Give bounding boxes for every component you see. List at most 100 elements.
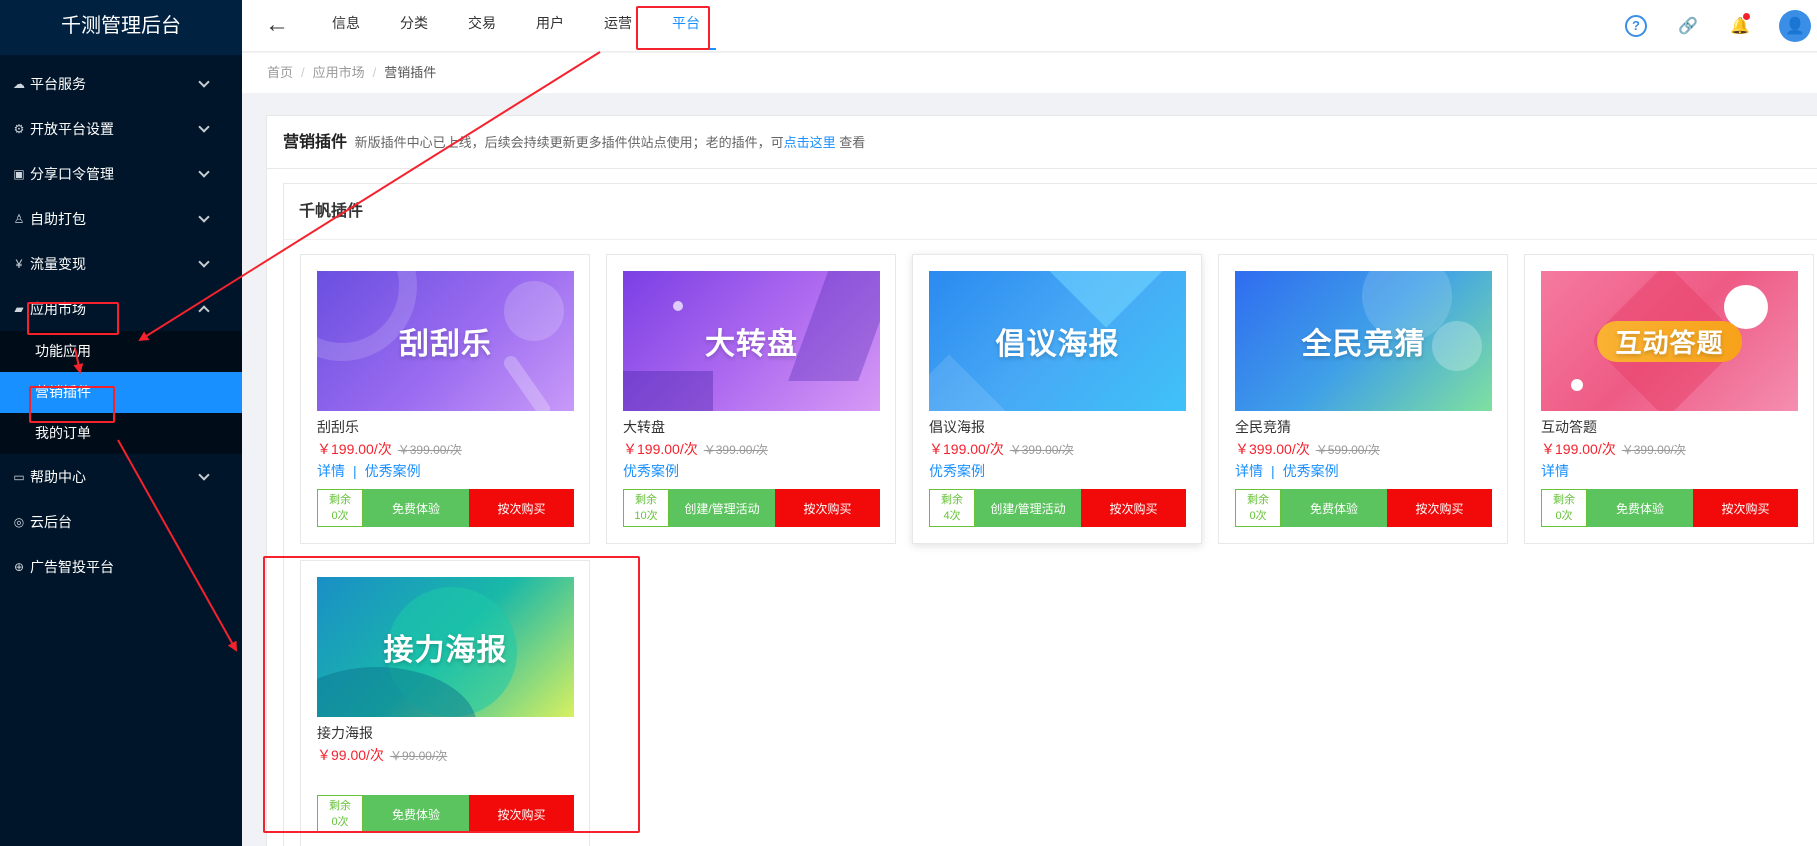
- back-arrow-icon[interactable]: ←: [262, 10, 292, 40]
- help-icon[interactable]: ?: [1623, 13, 1649, 39]
- plugin-links: 详情: [1541, 461, 1797, 481]
- manage-activity-button[interactable]: 创建/管理活动: [669, 489, 775, 527]
- plugin-links: 详情 | 优秀案例: [317, 461, 573, 481]
- remaining-quota: 剩余 0次: [1541, 489, 1587, 527]
- plugin-actions: 剩余 0次 免费体验 按次购买: [317, 489, 574, 527]
- tab-platform[interactable]: 平台: [652, 0, 720, 52]
- banner-decoration: [623, 371, 713, 411]
- remaining-count: 0次: [1249, 510, 1267, 522]
- sidebar-item-app-market[interactable]: ▰ 应用市场: [0, 286, 242, 331]
- plugin-banner[interactable]: 刮刮乐: [317, 271, 574, 411]
- banner-title: 互动答题: [1597, 320, 1742, 362]
- old-plugins-link[interactable]: 点击这里: [784, 135, 836, 150]
- tab-operation[interactable]: 运营: [584, 0, 652, 52]
- plugin-name: 刮刮乐: [317, 419, 359, 435]
- tab-info[interactable]: 信息: [312, 0, 380, 52]
- case-studies-link[interactable]: 优秀案例: [1283, 463, 1339, 479]
- remaining-label: 剩余: [329, 494, 351, 506]
- buy-per-use-button[interactable]: 按次购买: [469, 795, 574, 833]
- plugin-banner[interactable]: 大转盘: [623, 271, 880, 411]
- sidebar-item-share-code[interactable]: ▣ 分享口令管理: [0, 151, 242, 196]
- plugin-name: 大转盘: [623, 419, 665, 435]
- price-row: ￥399.00/次 ￥599.00/次: [1235, 439, 1491, 459]
- free-trial-button[interactable]: 免费体验: [363, 489, 469, 527]
- tab-trade[interactable]: 交易: [448, 0, 516, 52]
- plugin-actions: 剩余 4次 创建/管理活动 按次购买: [929, 489, 1186, 527]
- plugin-section: 千帆插件 刮刮乐 刮刮乐 ￥199.00/次 ￥399.00/次 详情 | 优秀案例 …: [283, 183, 1817, 846]
- price-row: ￥199.00/次 ￥399.00/次: [623, 439, 879, 459]
- tab-category[interactable]: 分类: [380, 0, 448, 52]
- buy-per-use-button[interactable]: 按次购买: [775, 489, 880, 527]
- tab-user[interactable]: 用户: [516, 0, 584, 52]
- user-icon: ♙: [13, 211, 25, 226]
- details-link[interactable]: 详情: [1541, 463, 1569, 479]
- sidebar-item-label: 自助打包: [30, 210, 86, 227]
- details-link[interactable]: 详情: [317, 463, 345, 479]
- page-title: 营销插件: [283, 134, 348, 151]
- details-link[interactable]: 详情: [1235, 463, 1263, 479]
- plugin-banner[interactable]: 全民竞猜: [1235, 271, 1492, 411]
- link-separator: |: [353, 463, 357, 479]
- free-trial-button[interactable]: 免费体验: [363, 795, 469, 833]
- plugin-card-quiz: 互动答题 互动答题 ￥199.00/次 ￥399.00/次 详情 剩余 0次 免费体…: [1524, 254, 1814, 544]
- plugin-card-proposal-poster: 倡议海报 倡议海报 ￥199.00/次 ￥399.00/次 优秀案例 剩余 4次 创…: [912, 254, 1202, 544]
- case-studies-link[interactable]: 优秀案例: [929, 463, 985, 479]
- link-separator: |: [1271, 463, 1275, 479]
- plugin-banner[interactable]: 倡议海报: [929, 271, 1186, 411]
- content-header: 营销插件 新版插件中心已上线，后续会持续更新更多插件供站点使用；老的插件，可点击…: [267, 116, 1817, 169]
- plugin-card-guessing: 全民竞猜 全民竞猜 ￥399.00/次 ￥599.00/次 详情 | 优秀案例 剩余 0…: [1218, 254, 1508, 544]
- breadcrumb-current: 营销插件: [384, 65, 437, 80]
- banner-decoration: [929, 354, 1006, 411]
- sidebar-item-ad-platform[interactable]: ⊕ 广告智投平台: [0, 544, 242, 589]
- case-studies-link[interactable]: 优秀案例: [365, 463, 421, 479]
- submenu-item-my-orders[interactable]: 我的订单: [0, 413, 242, 454]
- buy-per-use-button[interactable]: 按次购买: [1081, 489, 1186, 527]
- bell-icon[interactable]: 🔔: [1727, 13, 1753, 39]
- remaining-label: 剩余: [1553, 494, 1575, 506]
- banner-decoration: [504, 281, 564, 341]
- free-trial-button[interactable]: 免费体验: [1281, 489, 1387, 527]
- breadcrumb-market[interactable]: 应用市场: [313, 65, 365, 80]
- submenu-item-function-apps[interactable]: 功能应用: [0, 331, 242, 372]
- remaining-count: 0次: [331, 816, 349, 828]
- top-header: ← 信息 分类 交易 用户 运营 平台 ? 🔗 🔔 👤: [242, 0, 1817, 52]
- banner-decoration: [501, 353, 553, 411]
- remaining-quota: 剩余 10次: [623, 489, 669, 527]
- plugin-banner[interactable]: 互动答题: [1541, 271, 1798, 411]
- free-trial-button[interactable]: 免费体验: [1587, 489, 1693, 527]
- breadcrumb-separator: /: [301, 65, 305, 80]
- banner-title: 全民竞猜: [1301, 328, 1426, 361]
- sidebar-item-help-center[interactable]: ▭ 帮助中心: [0, 454, 242, 499]
- sidebar-item-monetization[interactable]: ¥ 流量变现: [0, 241, 242, 286]
- sidebar-item-platform-service[interactable]: ☁ 平台服务: [0, 61, 242, 106]
- sidebar-item-cloud-console[interactable]: ◎ 云后台: [0, 499, 242, 544]
- plugin-card-wheel: 大转盘 大转盘 ￥199.00/次 ￥399.00/次 优秀案例 剩余 10次 创建…: [606, 254, 896, 544]
- banner-decoration: [1571, 379, 1583, 391]
- buy-per-use-button[interactable]: 按次购买: [469, 489, 574, 527]
- sidebar-item-open-platform[interactable]: ⚙ 开放平台设置: [0, 106, 242, 151]
- plugin-links: 详情 | 优秀案例: [1235, 461, 1491, 481]
- banner-title: 大转盘: [705, 328, 798, 361]
- original-price: ￥99.00/次: [389, 749, 448, 763]
- help-glyph: ?: [1625, 15, 1647, 37]
- breadcrumb-separator: /: [372, 65, 377, 80]
- yen-icon: ¥: [15, 256, 23, 271]
- buy-per-use-button[interactable]: 按次购买: [1693, 489, 1798, 527]
- avatar[interactable]: 👤: [1779, 10, 1811, 42]
- case-studies-link[interactable]: 优秀案例: [623, 463, 679, 479]
- plugin-card-relay-poster: 接力海报 接力海报 ￥99.00/次 ￥99.00/次 剩余 0次 免费体验 按次购…: [300, 560, 590, 846]
- sidebar-item-label: 分享口令管理: [30, 165, 114, 182]
- folder-icon: ▭: [13, 469, 25, 484]
- sidebar-item-label: 帮助中心: [30, 468, 86, 485]
- remaining-label: 剩余: [329, 800, 351, 812]
- buy-per-use-button[interactable]: 按次购买: [1387, 489, 1492, 527]
- plugin-actions: 剩余 0次 免费体验 按次购买: [317, 795, 574, 833]
- submenu-item-marketing-plugins[interactable]: 营销插件: [0, 372, 242, 413]
- breadcrumb-home[interactable]: 首页: [267, 65, 293, 80]
- sidebar-item-self-packaging[interactable]: ♙ 自助打包: [0, 196, 242, 241]
- plugin-actions: 剩余 0次 免费体验 按次购买: [1235, 489, 1492, 527]
- plugin-banner[interactable]: 接力海报: [317, 577, 574, 717]
- manage-activity-button[interactable]: 创建/管理活动: [975, 489, 1081, 527]
- link-icon[interactable]: 🔗: [1675, 13, 1701, 39]
- price-row: ￥199.00/次 ￥399.00/次: [1541, 439, 1797, 459]
